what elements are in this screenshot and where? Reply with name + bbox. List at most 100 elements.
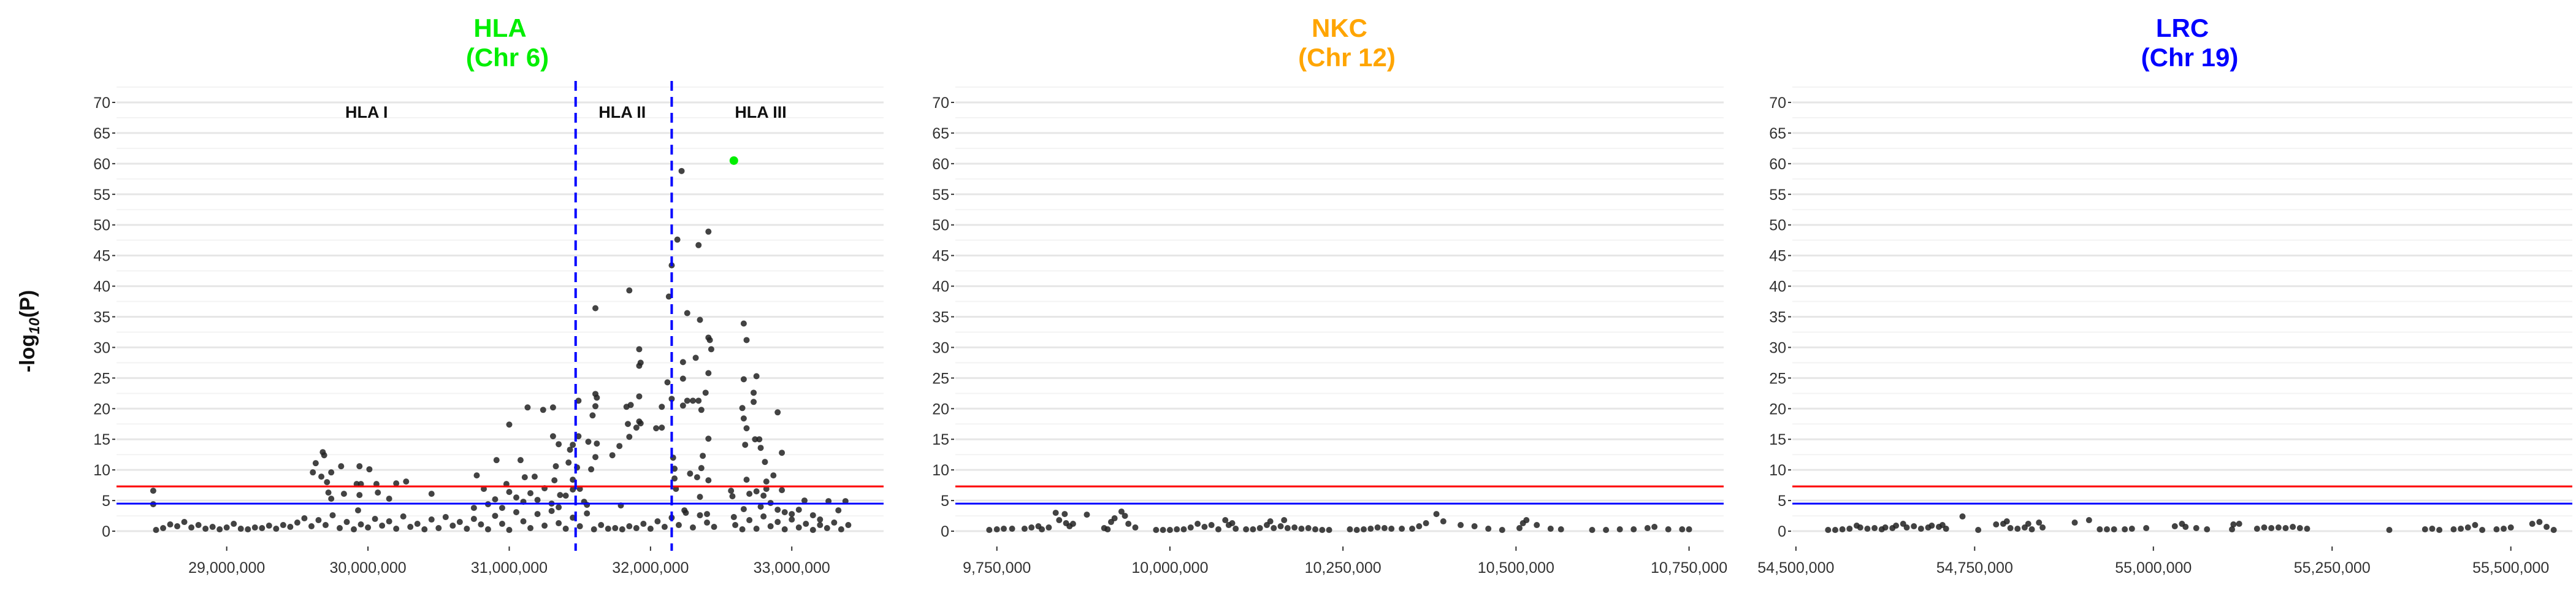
data-point bbox=[779, 450, 785, 456]
data-point bbox=[653, 425, 659, 431]
data-point bbox=[1209, 522, 1215, 528]
data-point bbox=[682, 510, 689, 516]
data-point bbox=[356, 463, 362, 469]
data-point bbox=[153, 527, 159, 533]
data-point bbox=[838, 526, 844, 532]
data-point bbox=[746, 491, 752, 497]
data-point bbox=[506, 421, 512, 427]
data-point bbox=[429, 516, 435, 523]
data-point bbox=[1291, 524, 1298, 531]
data-point bbox=[1028, 524, 1034, 531]
data-point bbox=[1061, 511, 1068, 517]
data-point bbox=[2551, 527, 2557, 533]
data-point bbox=[774, 507, 781, 513]
x-tick-label: 10,250,000 bbox=[1305, 559, 1382, 577]
data-point bbox=[1278, 523, 1284, 529]
data-point bbox=[744, 337, 750, 343]
lead-snp-point bbox=[730, 156, 738, 165]
y-tick-label: 25 bbox=[932, 370, 949, 387]
data-point bbox=[662, 524, 668, 530]
data-point bbox=[443, 514, 449, 520]
data-point bbox=[577, 523, 583, 529]
data-point bbox=[351, 526, 357, 532]
data-point bbox=[150, 488, 156, 494]
data-point bbox=[188, 524, 194, 531]
data-point bbox=[341, 491, 347, 497]
data-point bbox=[1084, 512, 1090, 518]
data-point bbox=[556, 520, 562, 526]
data-point bbox=[524, 404, 530, 410]
data-point bbox=[2501, 526, 2507, 532]
data-point bbox=[589, 412, 595, 418]
data-point bbox=[610, 452, 616, 458]
data-point bbox=[633, 525, 640, 531]
data-point bbox=[1857, 524, 1863, 531]
y-tick-label: 20 bbox=[93, 401, 110, 418]
data-point bbox=[626, 434, 632, 440]
data-point bbox=[216, 526, 223, 532]
data-point bbox=[550, 433, 556, 439]
data-point bbox=[1104, 526, 1110, 532]
data-point bbox=[2143, 525, 2149, 531]
data-point bbox=[1160, 527, 1166, 533]
data-point bbox=[2182, 524, 2188, 530]
y-tick-label: 65 bbox=[1769, 125, 1786, 142]
data-point bbox=[1281, 517, 1287, 523]
data-point bbox=[1326, 527, 1332, 533]
data-point bbox=[1893, 523, 1899, 529]
y-tick-label: 60 bbox=[1769, 156, 1786, 173]
data-point bbox=[659, 424, 665, 431]
y-tick-label: 10 bbox=[93, 462, 110, 479]
data-point bbox=[779, 487, 785, 493]
y-tick-label: 55 bbox=[1769, 186, 1786, 204]
data-point bbox=[751, 389, 757, 396]
data-point bbox=[1825, 527, 1831, 533]
data-point bbox=[640, 521, 646, 527]
data-point bbox=[1312, 526, 1318, 532]
data-point bbox=[2290, 524, 2296, 530]
data-point bbox=[1617, 526, 1623, 532]
data-point bbox=[321, 452, 327, 458]
data-point bbox=[698, 465, 705, 471]
x-tick-label: 55,250,000 bbox=[2294, 559, 2371, 577]
data-point bbox=[266, 523, 272, 529]
data-point bbox=[2072, 519, 2078, 526]
data-point bbox=[485, 526, 491, 532]
data-point bbox=[231, 521, 237, 527]
data-point bbox=[594, 440, 600, 447]
data-point bbox=[513, 494, 519, 500]
data-point bbox=[506, 527, 512, 533]
data-point bbox=[1423, 520, 1429, 526]
data-point bbox=[527, 490, 533, 496]
data-point bbox=[1319, 527, 1325, 533]
data-point bbox=[499, 505, 505, 511]
data-point bbox=[2472, 522, 2478, 528]
y-tick-label: 40 bbox=[1769, 278, 1786, 296]
data-point bbox=[287, 524, 293, 530]
y-tick-label: 10 bbox=[932, 462, 949, 479]
data-point bbox=[540, 407, 546, 413]
data-point bbox=[1651, 524, 1657, 530]
data-point bbox=[2129, 526, 2135, 532]
data-point bbox=[313, 460, 319, 466]
data-point bbox=[592, 403, 598, 409]
data-point bbox=[1665, 526, 1672, 532]
data-point bbox=[372, 516, 378, 522]
y-tick-label: 25 bbox=[1769, 370, 1786, 387]
data-point bbox=[612, 525, 618, 531]
y-tick-label: 0 bbox=[1778, 523, 1786, 540]
data-point bbox=[210, 524, 216, 530]
x-tick-label: 54,750,000 bbox=[1936, 559, 2013, 577]
data-point bbox=[1001, 526, 1007, 532]
data-point bbox=[471, 505, 477, 511]
panel-title: HLA bbox=[473, 13, 526, 42]
data-point bbox=[355, 507, 361, 513]
data-point bbox=[675, 237, 681, 243]
panel-hla: 051015202530354045505560657029,000,00030… bbox=[93, 13, 884, 577]
data-point bbox=[2111, 526, 2117, 532]
data-point bbox=[707, 337, 713, 343]
data-point bbox=[817, 522, 823, 528]
data-point bbox=[638, 359, 644, 366]
data-point bbox=[592, 305, 598, 312]
data-point bbox=[774, 519, 781, 525]
